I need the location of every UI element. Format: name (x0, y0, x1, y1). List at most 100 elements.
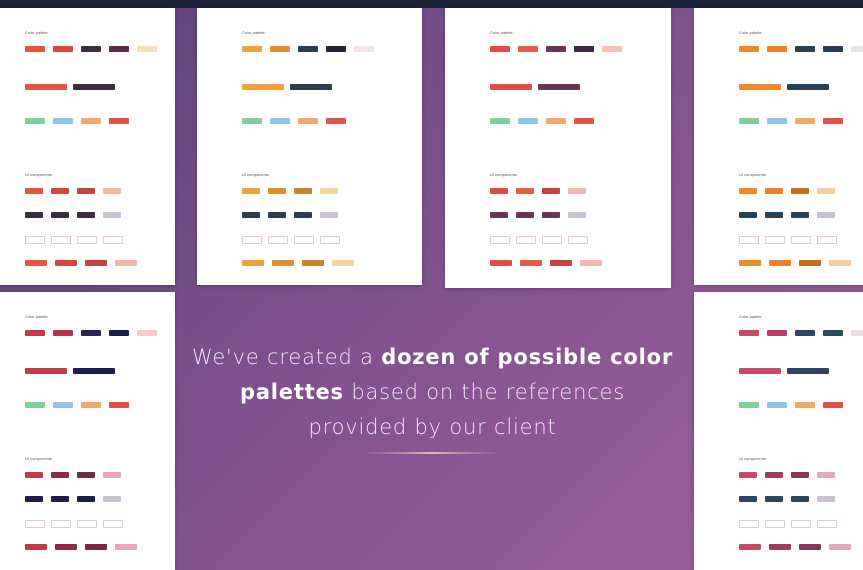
palette-card: Color palette UI components (197, 8, 422, 285)
secondary-swatch (53, 118, 73, 124)
ui-component-swatch (103, 212, 121, 218)
secondary-swatch (795, 118, 815, 124)
color-swatch (823, 330, 843, 336)
color-swatch (767, 46, 787, 52)
color-swatch (25, 46, 45, 52)
card-title-palette: Color palette (739, 314, 762, 319)
card-title-ui: UI components (739, 456, 766, 461)
palette-card: Color palette UI components (0, 292, 175, 570)
ui-component-swatch (490, 236, 510, 244)
ui-component-swatch (332, 260, 354, 266)
card-title-palette: Color palette (25, 314, 48, 319)
ui-component-swatch (817, 520, 837, 528)
secondary-swatch (823, 118, 843, 124)
accent-swatch (490, 84, 532, 90)
ui-component-swatch (77, 496, 95, 502)
accent-swatch (787, 368, 829, 374)
color-swatch (354, 46, 374, 52)
ui-component-swatch (320, 188, 338, 194)
ui-component-swatch (103, 472, 121, 478)
ui-component-swatch (77, 188, 95, 194)
ui-component-swatch (103, 236, 123, 244)
color-swatch (851, 330, 863, 336)
palette-card: Color palette UI components (694, 292, 863, 570)
card-title-palette: Color palette (490, 30, 513, 35)
ui-component-swatch (242, 188, 260, 194)
secondary-swatch (81, 118, 101, 124)
ui-component-swatch (516, 212, 534, 218)
card-title-ui: UI components (490, 172, 517, 177)
ui-component-swatch (568, 236, 588, 244)
accent-swatch (538, 84, 580, 90)
card-title-palette: Color palette (739, 30, 762, 35)
ui-component-swatch (55, 260, 77, 266)
secondary-swatch (518, 118, 538, 124)
color-swatch (602, 46, 622, 52)
headline-text-3: provided by our client (308, 415, 557, 439)
ui-component-swatch (294, 236, 314, 244)
ui-component-swatch (77, 212, 95, 218)
accent-swatch (242, 84, 284, 90)
ui-component-swatch (791, 496, 809, 502)
secondary-swatch (25, 118, 45, 124)
color-swatch (109, 330, 129, 336)
ui-component-swatch (799, 260, 821, 266)
ui-component-swatch (817, 188, 835, 194)
color-swatch (823, 46, 843, 52)
ui-component-swatch (25, 212, 43, 218)
ui-component-swatch (739, 236, 759, 244)
ui-component-swatch (294, 212, 312, 218)
accent-swatch (25, 368, 67, 374)
ui-component-swatch (769, 260, 791, 266)
ui-component-swatch (765, 520, 785, 528)
color-swatch (739, 46, 759, 52)
secondary-swatch (767, 118, 787, 124)
ui-component-swatch (85, 260, 107, 266)
ui-component-swatch (25, 260, 47, 266)
secondary-swatch (25, 402, 45, 408)
color-swatch (137, 46, 157, 52)
ui-component-swatch (115, 544, 137, 550)
color-swatch (298, 46, 318, 52)
ui-component-swatch (294, 188, 312, 194)
secondary-swatch (109, 402, 129, 408)
secondary-swatch (298, 118, 318, 124)
ui-component-swatch (103, 496, 121, 502)
color-swatch (518, 46, 538, 52)
secondary-swatch (739, 118, 759, 124)
secondary-swatch (81, 402, 101, 408)
color-swatch (109, 46, 129, 52)
secondary-swatch (795, 402, 815, 408)
ui-component-swatch (765, 188, 783, 194)
ui-component-swatch (103, 520, 123, 528)
accent-swatch (25, 84, 67, 90)
palette-card: Color palette UI components (694, 8, 863, 285)
color-swatch (546, 46, 566, 52)
ui-component-swatch (829, 544, 851, 550)
ui-component-swatch (490, 260, 512, 266)
card-title-ui: UI components (242, 172, 269, 177)
color-swatch (242, 46, 262, 52)
accent-swatch (787, 84, 829, 90)
ui-component-swatch (51, 236, 71, 244)
ui-component-swatch (268, 236, 288, 244)
ui-component-swatch (550, 260, 572, 266)
ui-component-swatch (25, 188, 43, 194)
ui-component-swatch (51, 520, 71, 528)
ui-component-swatch (791, 520, 811, 528)
ui-component-swatch (739, 544, 761, 550)
ui-component-swatch (791, 212, 809, 218)
ui-component-swatch (242, 260, 264, 266)
headline-bold-2: palettes (239, 380, 344, 404)
secondary-swatch (53, 402, 73, 408)
ui-component-swatch (817, 236, 837, 244)
ui-component-swatch (268, 212, 286, 218)
color-swatch (137, 330, 157, 336)
ui-component-swatch (242, 236, 262, 244)
ui-component-swatch (25, 236, 45, 244)
ui-component-swatch (272, 260, 294, 266)
ui-component-swatch (580, 260, 602, 266)
ui-component-swatch (51, 212, 69, 218)
secondary-swatch (109, 118, 129, 124)
ui-component-swatch (791, 188, 809, 194)
